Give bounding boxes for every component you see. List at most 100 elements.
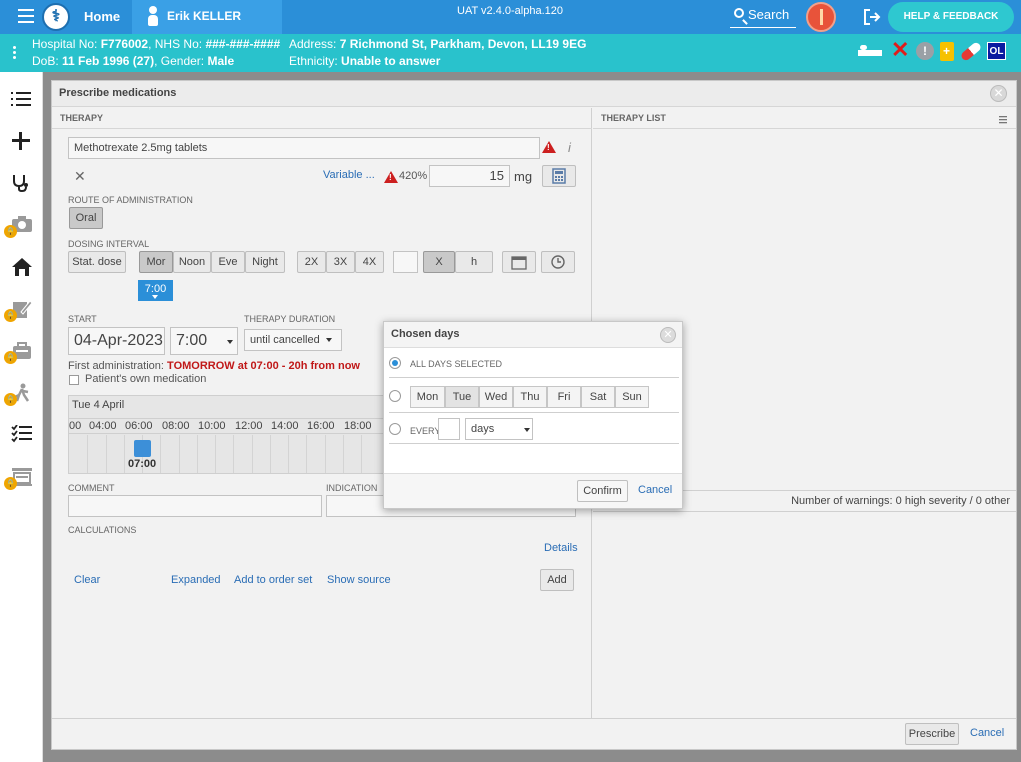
logout-icon[interactable] xyxy=(862,8,882,26)
timeline-hour: 10:00 xyxy=(198,420,226,432)
alert-icon[interactable]: ! xyxy=(916,42,934,60)
day-thu[interactable]: Thu xyxy=(513,386,547,408)
time-noon-button[interactable]: Noon xyxy=(173,251,211,273)
stat-dose-button[interactable]: Stat. dose xyxy=(68,251,126,273)
interval-h-button[interactable]: h xyxy=(455,251,493,273)
bed-icon[interactable] xyxy=(858,42,882,58)
prescribe-button[interactable]: Prescribe xyxy=(905,723,959,745)
top-bar: ⚕ Home Erik KELLER UAT v2.4.0-alpha.120 … xyxy=(0,0,1021,34)
time-night-button[interactable]: Night xyxy=(245,251,285,273)
calculator-button[interactable] xyxy=(542,165,576,187)
lock-icon: 🔒 xyxy=(4,309,17,322)
variable-link[interactable]: Variable ... xyxy=(323,169,375,181)
cross-icon[interactable]: ✕ xyxy=(891,37,909,63)
patients-own-label: Patient's own medication xyxy=(85,373,207,385)
sidebar-item-list[interactable] xyxy=(0,77,43,119)
period-select[interactable]: days xyxy=(465,418,533,440)
calendar-button[interactable] xyxy=(502,251,536,273)
sidebar-item-clinical[interactable] xyxy=(0,161,43,203)
start-time-select[interactable]: 7:00 xyxy=(170,327,238,355)
patient-name[interactable]: Erik KELLER xyxy=(167,9,241,23)
home-link[interactable]: Home xyxy=(84,9,120,24)
sidebar-item-notes[interactable]: 🔒 xyxy=(0,287,43,329)
timeline-hour: 06:00 xyxy=(125,420,153,432)
time-tag[interactable]: 7:00 xyxy=(138,280,173,301)
day-fri[interactable]: Fri xyxy=(547,386,581,408)
clipboard-icon[interactable] xyxy=(940,42,954,61)
comment-input[interactable] xyxy=(68,495,322,517)
banner-address: Address: 7 Richmond St, Parkham, Devon, … xyxy=(289,37,587,51)
timeline-date: Tue 4 April xyxy=(72,399,125,411)
clear-medication-icon[interactable]: ✕ xyxy=(74,168,86,185)
ol-badge[interactable]: OL xyxy=(987,42,1006,60)
duration-select[interactable]: until cancelled xyxy=(244,329,342,351)
sidebar-item-camera[interactable]: 🔒 xyxy=(0,203,43,245)
time-mor-button[interactable]: Mor xyxy=(139,251,173,273)
sidebar-item-activity[interactable]: 🔒 xyxy=(0,371,43,413)
menu-icon[interactable] xyxy=(18,9,34,27)
timeline-hour: 00 xyxy=(69,420,82,432)
every-label: EVERY xyxy=(410,426,441,436)
checklist-icon xyxy=(11,424,32,443)
menu-lines-icon[interactable] xyxy=(999,113,1007,127)
sidebar-item-checklist[interactable] xyxy=(0,413,43,455)
calculator-icon xyxy=(552,168,566,184)
dose-input[interactable]: 15 xyxy=(429,165,510,187)
every-count-input[interactable] xyxy=(438,418,460,440)
day-sun[interactable]: Sun xyxy=(615,386,649,408)
confirm-button[interactable]: Confirm xyxy=(577,480,628,502)
search-button[interactable]: Search xyxy=(730,4,796,28)
info-icon[interactable]: i xyxy=(568,140,571,155)
clock-icon xyxy=(551,255,565,269)
pill-icon[interactable] xyxy=(959,40,983,63)
clock-button[interactable] xyxy=(541,251,575,273)
help-feedback-button[interactable]: HELP & FEEDBACK xyxy=(888,2,1014,32)
day-mon[interactable]: Mon xyxy=(410,386,445,408)
patients-own-checkbox[interactable] xyxy=(69,375,79,385)
more-vertical-icon[interactable] xyxy=(13,46,16,61)
dose-marker-label: 07:00 xyxy=(128,458,157,470)
medication-field[interactable]: Methotrexate 2.5mg tablets xyxy=(68,137,540,159)
interval-x-button[interactable]: X xyxy=(423,251,455,273)
divider xyxy=(389,443,679,444)
patient-banner: Hospital No: F776002, NHS No: ###-###-##… xyxy=(0,34,1021,72)
warnings-text: Number of warnings: 0 high severity / 0 … xyxy=(791,495,1010,507)
freq-2x-button[interactable]: 2X xyxy=(297,251,326,273)
day-sat[interactable]: Sat xyxy=(581,386,615,408)
app-logo[interactable]: ⚕ xyxy=(42,3,70,31)
day-wed[interactable]: Wed xyxy=(479,386,513,408)
specific-days-radio[interactable] xyxy=(389,390,401,402)
search-label: Search xyxy=(748,7,790,22)
lock-icon: 🔒 xyxy=(4,225,17,238)
day-tue[interactable]: Tue xyxy=(445,386,479,408)
route-label: ROUTE OF ADMINISTRATION xyxy=(68,195,193,205)
dose-marker[interactable] xyxy=(134,440,151,457)
every-radio[interactable] xyxy=(389,423,401,435)
details-link[interactable]: Details xyxy=(544,542,578,554)
add-button[interactable]: Add xyxy=(540,569,574,591)
sidebar-item-table[interactable]: 🔒 xyxy=(0,455,43,497)
freq-3x-button[interactable]: 3X xyxy=(326,251,355,273)
warning-icon[interactable] xyxy=(542,141,556,153)
sidebar-item-cases[interactable]: 🔒 xyxy=(0,329,43,371)
start-date-input[interactable]: 04-Apr-2023 xyxy=(68,327,165,355)
modal-title: Prescribe medications xyxy=(59,87,177,99)
freq-4x-button[interactable]: 4X xyxy=(355,251,384,273)
show-source-link[interactable]: Show source xyxy=(327,574,391,586)
expanded-link[interactable]: Expanded xyxy=(171,574,221,586)
clear-link[interactable]: Clear xyxy=(74,574,100,586)
all-days-radio[interactable] xyxy=(389,357,401,369)
sidebar-item-home[interactable] xyxy=(0,245,43,287)
close-icon[interactable]: ✕ xyxy=(660,327,676,343)
route-oral-button[interactable]: Oral xyxy=(69,207,103,229)
add-order-set-link[interactable]: Add to order set xyxy=(234,574,312,586)
user-avatar[interactable] xyxy=(806,2,836,32)
cancel-link[interactable]: Cancel xyxy=(970,727,1004,739)
cancel-link[interactable]: Cancel xyxy=(638,484,672,496)
close-icon[interactable]: ✕ xyxy=(990,85,1007,102)
chosen-days-dialog: Chosen days ✕ ALL DAYS SELECTED Mon Tue … xyxy=(383,321,683,509)
time-eve-button[interactable]: Eve xyxy=(211,251,245,273)
sidebar-item-add[interactable] xyxy=(0,119,43,161)
lock-icon: 🔒 xyxy=(4,393,17,406)
interval-input[interactable] xyxy=(393,251,418,273)
